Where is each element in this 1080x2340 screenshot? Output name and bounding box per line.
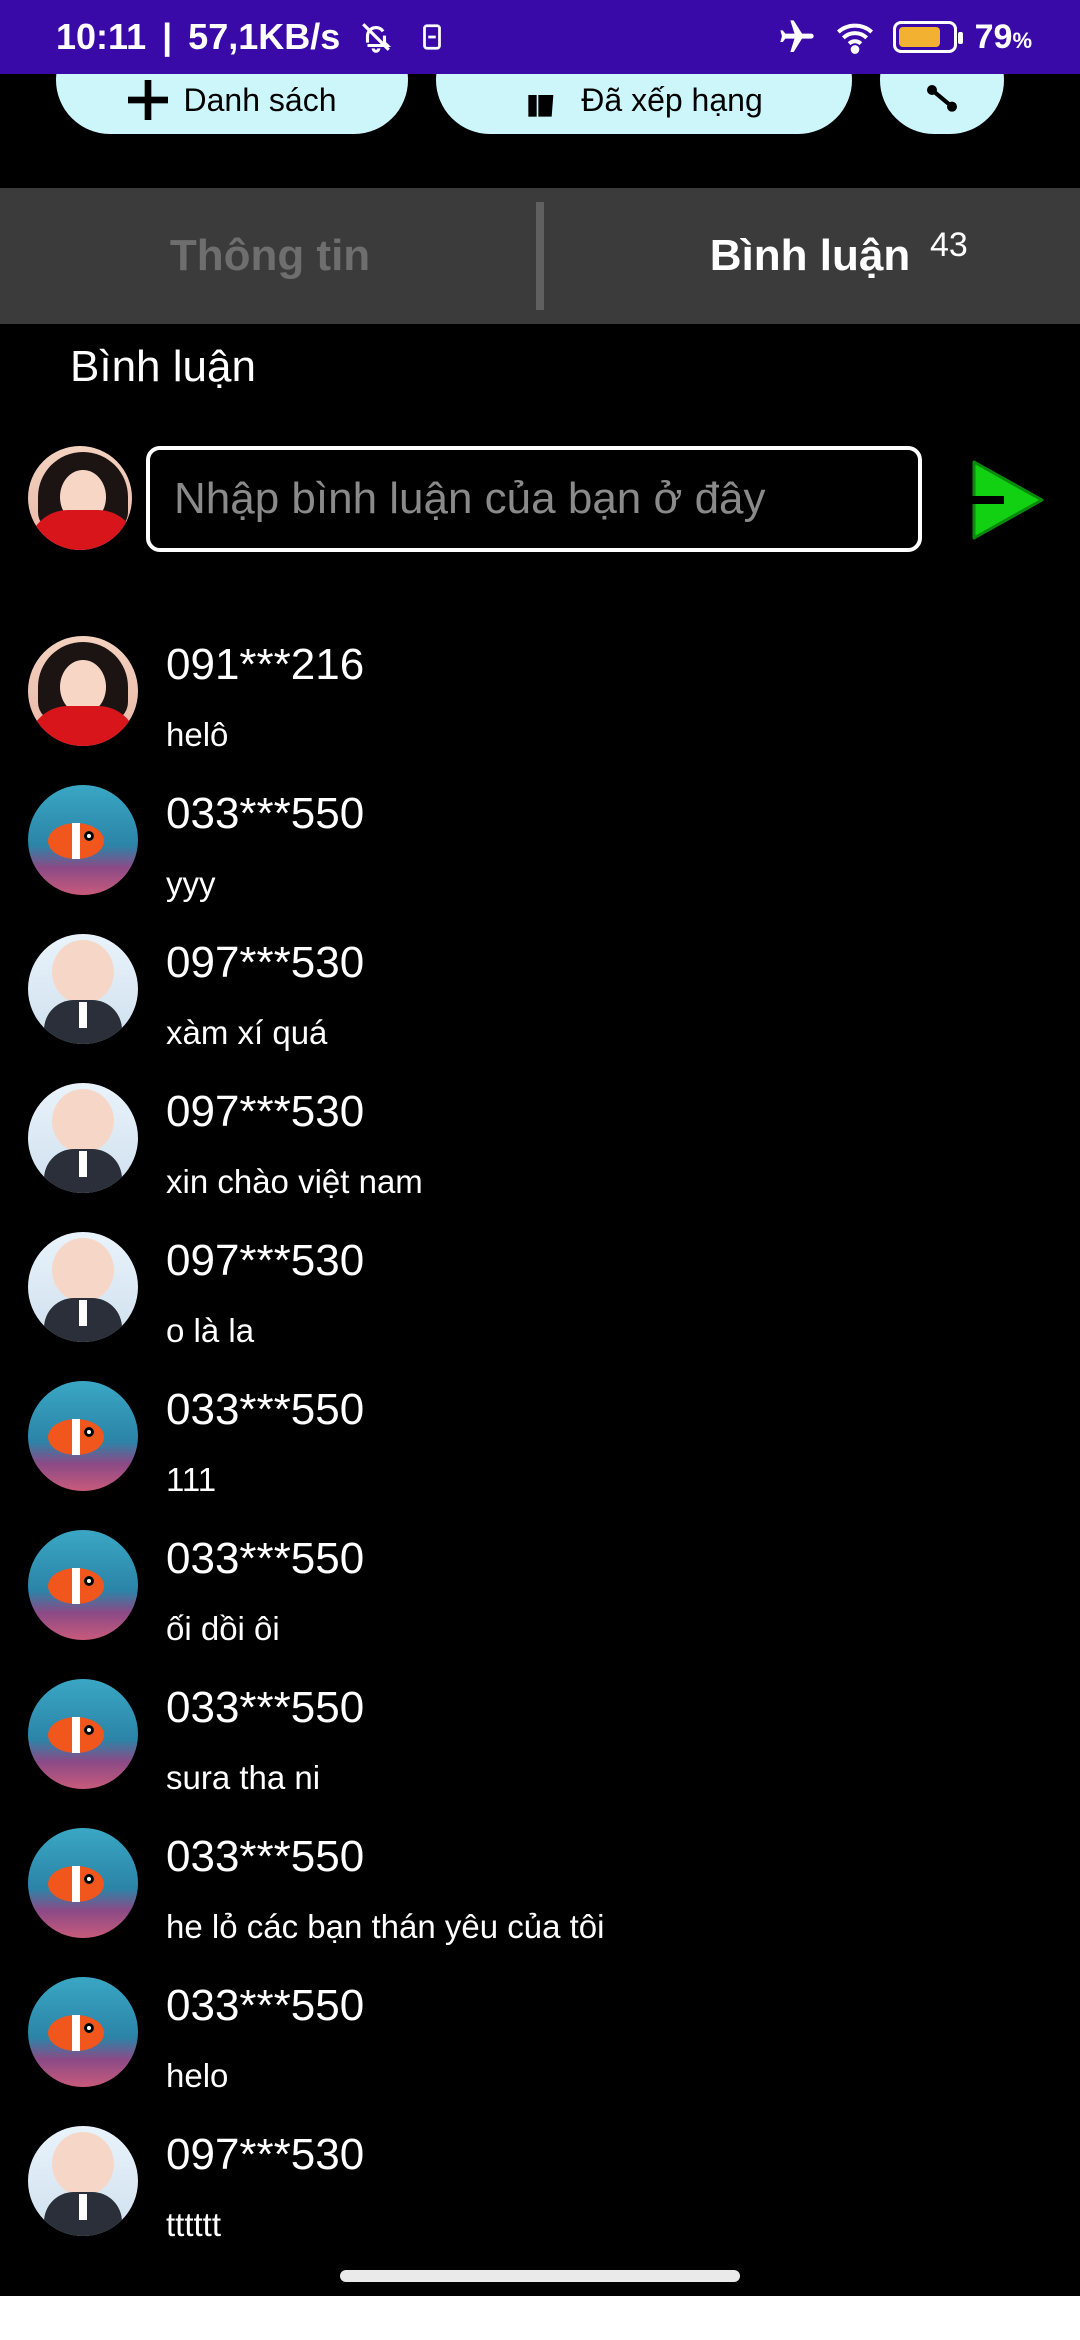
comment-item: 033***550 ối dồi ôi [0,1530,1080,1679]
comment-user: 091***216 [166,640,365,689]
comment-user: 097***530 [166,938,365,987]
list-button-label: Danh sách [183,81,337,118]
comment-user: 097***530 [166,2130,365,2179]
tab-bar: Thông tin Bình luận 43 [0,188,1080,324]
baby-avatar [28,2126,138,2236]
comment-user: 033***550 [166,1981,365,2030]
top-actions: Danh sách Đã xếp hạng [0,74,1080,134]
comment-text: he lỏ các bạn thán yêu của tôi [166,1908,605,1945]
status-time: 10:11 [56,16,147,57]
baby-avatar [28,934,138,1044]
comment-text: o là la [166,1312,255,1349]
comment-user: 033***550 [166,1385,365,1434]
comment-item: 033***550 111 [0,1381,1080,1530]
tab-comments-label: Bình luận [709,231,911,280]
network-speed: 57,1KB/s [188,16,341,57]
comment-text: tttttt [166,2206,222,2243]
status-separator: | [162,16,173,57]
send-arrow-icon [970,460,1044,540]
fish-avatar [28,1828,138,1938]
rank-button-label: Đã xếp hạng [581,81,763,118]
airplane-mode-icon [777,17,817,57]
comment-user: 033***550 [166,789,365,838]
sim-icon [412,17,452,57]
status-bar: 10:11 | 57,1KB/s 79% [0,0,1080,74]
thumbs-up-icon [525,80,565,120]
battery-level [898,27,940,47]
share-icon [922,80,962,120]
comment-item: 097***530 xin chào việt nam [0,1083,1080,1232]
tab-comments[interactable]: Bình luận [540,188,1080,324]
tab-info[interactable]: Thông tin [0,188,540,324]
comment-text: 111 [166,1461,217,1498]
baby-avatar [28,1232,138,1342]
fish-avatar [28,785,138,895]
comment-text: xàm xí quá [166,1014,328,1051]
comment-item: 091***216 helô [0,636,1080,785]
battery-percent: 79% [974,17,1032,56]
comment-user: 097***530 [166,1087,365,1136]
comment-user: 097***530 [166,1236,365,1285]
bell-off-icon [356,17,396,57]
comment-item: 033***550 helo [0,1977,1080,2126]
comment-list: 091***216 helô 033***550 yyy 097***530 x… [0,636,1080,2275]
comments-section-title: Bình luận [70,342,256,391]
girl-avatar [28,636,138,746]
wifi-icon [835,17,875,57]
comment-user: 033***550 [166,1534,365,1583]
share-button[interactable] [880,74,1004,134]
fish-avatar [28,1381,138,1491]
baby-avatar [28,1083,138,1193]
comment-item: 097***530 o là la [0,1232,1080,1381]
comment-text: xin chào việt nam [166,1163,423,1200]
plus-icon [127,80,168,120]
comment-item: 097***530 xàm xí quá [0,934,1080,1083]
send-button[interactable] [956,450,1056,550]
fish-avatar [28,1679,138,1789]
bottom-safe-area [0,2296,1080,2340]
list-button[interactable]: Danh sách [56,74,408,134]
comment-item: 033***550 sura tha ni [0,1679,1080,1828]
battery-icon [892,21,963,53]
comment-input[interactable] [146,446,922,552]
comment-text: ối dồi ôi [166,1610,280,1647]
comment-text: sura tha ni [166,1759,321,1796]
rank-button[interactable]: Đã xếp hạng [436,74,852,134]
gesture-nav-handle[interactable] [340,2270,740,2282]
comment-input-row [0,438,1080,554]
comment-item: 033***550 yyy [0,785,1080,934]
comment-text: helo [166,2057,229,2094]
fish-avatar [28,1530,138,1640]
comment-text: yyy [166,865,216,902]
comment-user: 033***550 [166,1832,365,1881]
comment-item: 033***550 he lỏ các bạn thán yêu của tôi [0,1828,1080,1977]
comment-user: 033***550 [166,1683,365,1732]
comment-text: helô [166,716,229,753]
tab-info-label: Thông tin [169,231,371,280]
fish-avatar [28,1977,138,2087]
current-user-avatar [28,446,132,550]
comments-count-badge: 43 [930,226,968,264]
comment-item: 097***530 tttttt [0,2126,1080,2275]
